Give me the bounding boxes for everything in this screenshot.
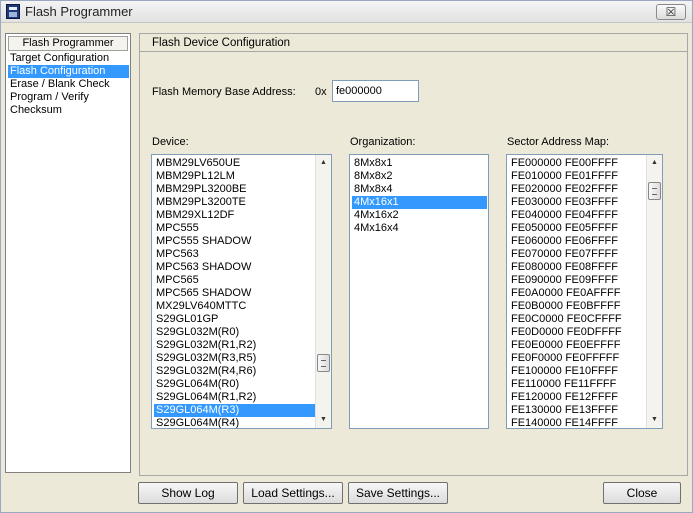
sector-map-item[interactable]: FE100000 FE10FFFF — [509, 365, 646, 378]
show-log-button[interactable]: Show Log — [138, 482, 238, 504]
device-scrollbar[interactable]: ▲ ▼ — [315, 155, 331, 428]
sector-map-item[interactable]: FE0E0000 FE0EFFFF — [509, 339, 646, 352]
nav-item[interactable]: Checksum — [8, 104, 129, 117]
sector-map-item[interactable]: FE0C0000 FE0CFFFF — [509, 313, 646, 326]
arrow-up-icon[interactable]: ▲ — [647, 155, 662, 171]
device-list-item[interactable]: MPC563 SHADOW — [154, 261, 315, 274]
sector-map-item[interactable]: FE140000 FE14FFFF — [509, 417, 646, 428]
sector-map-item[interactable]: FE0A0000 FE0AFFFF — [509, 287, 646, 300]
device-list-item[interactable]: S29GL032M(R0) — [154, 326, 315, 339]
device-list-item[interactable]: S29GL064M(R1,R2) — [154, 391, 315, 404]
organization-label: Organization: — [350, 136, 416, 148]
organization-list-item[interactable]: 4Mx16x1 — [352, 196, 487, 209]
device-list-item[interactable]: MPC563 — [154, 248, 315, 261]
device-list-item[interactable]: MPC565 SHADOW — [154, 287, 315, 300]
load-settings-button[interactable]: Load Settings... — [243, 482, 343, 504]
nav-panel: Flash Programmer Target Configuration Fla… — [5, 33, 131, 473]
nav-item[interactable]: Flash Configuration — [8, 65, 129, 78]
organization-items: 8Mx8x1 8Mx8x2 8Mx8x4 4Mx16x1 4Mx16x2 4Mx16x4 — [352, 157, 487, 235]
nav-list: Target Configuration Flash Configuration E… — [8, 52, 129, 117]
device-list-item[interactable]: S29GL064M(R0) — [154, 378, 315, 391]
sector-map-listbox[interactable]: FE000000 FE00FFFF FE010000 FE01FFFF FE0200… — [506, 154, 663, 429]
arrow-down-icon[interactable]: ▼ — [316, 412, 331, 428]
device-list-item[interactable]: MBM29PL3200TE — [154, 196, 315, 209]
sector-map-label: Sector Address Map: — [507, 136, 610, 148]
nav-item[interactable]: Target Configuration — [8, 52, 129, 65]
device-list-item[interactable]: S29GL064M(R3) — [154, 404, 315, 417]
device-items: MBM29LV650UE MBM29PL12LM MBM29PL3200BE MBM2… — [154, 157, 315, 428]
sector-map-item[interactable]: FE040000 FE04FFFF — [509, 209, 646, 222]
sector-map-item[interactable]: FE0F0000 FE0FFFFF — [509, 352, 646, 365]
sector-map-item[interactable]: FE0D0000 FE0DFFFF — [509, 326, 646, 339]
close-button[interactable]: Close — [603, 482, 681, 504]
device-list-item[interactable]: MX29LV640MTTC — [154, 300, 315, 313]
device-list-item[interactable]: MPC555 — [154, 222, 315, 235]
device-list-item[interactable]: S29GL032M(R1,R2) — [154, 339, 315, 352]
device-list-item[interactable]: MBM29LV650UE — [154, 157, 315, 170]
sector-map-item[interactable]: FE0B0000 FE0BFFFF — [509, 300, 646, 313]
sector-map-scrollbar[interactable]: ▲ ▼ — [646, 155, 662, 428]
device-label: Device: — [152, 136, 189, 148]
flash-programmer-icon — [6, 4, 20, 19]
sector-map-item[interactable]: FE110000 FE11FFFF — [509, 378, 646, 391]
organization-listbox[interactable]: 8Mx8x1 8Mx8x2 8Mx8x4 4Mx16x1 4Mx16x2 4Mx16x4 — [349, 154, 489, 429]
arrow-up-icon[interactable]: ▲ — [316, 155, 331, 171]
base-address-label: Flash Memory Base Address: — [152, 86, 296, 98]
sector-map-item[interactable]: FE050000 FE05FFFF — [509, 222, 646, 235]
flash-programmer-window: Flash Programmer ☒ Flash Programmer Targ… — [0, 0, 693, 513]
save-settings-button[interactable]: Save Settings... — [348, 482, 448, 504]
sector-map-item[interactable]: FE080000 FE08FFFF — [509, 261, 646, 274]
organization-list-item[interactable]: 4Mx16x4 — [352, 222, 487, 235]
sector-map-scroll-thumb[interactable] — [648, 182, 661, 200]
base-address-prefix: 0x — [315, 86, 327, 98]
organization-list-item[interactable]: 8Mx8x1 — [352, 157, 487, 170]
sector-map-items: FE000000 FE00FFFF FE010000 FE01FFFF FE0200… — [509, 157, 646, 428]
window-title: Flash Programmer — [25, 4, 133, 19]
organization-list-item[interactable]: 8Mx8x4 — [352, 183, 487, 196]
device-scroll-thumb[interactable] — [317, 354, 330, 372]
close-icon: ☒ — [665, 5, 677, 19]
sector-map-item[interactable]: FE130000 FE13FFFF — [509, 404, 646, 417]
device-list-item[interactable]: S29GL064M(R4) — [154, 417, 315, 428]
organization-list-item[interactable]: 4Mx16x2 — [352, 209, 487, 222]
device-list-item[interactable]: MPC555 SHADOW — [154, 235, 315, 248]
sector-map-item[interactable]: FE020000 FE02FFFF — [509, 183, 646, 196]
nav-item[interactable]: Program / Verify — [8, 91, 129, 104]
nav-item[interactable]: Erase / Blank Check — [8, 78, 129, 91]
nav-header: Flash Programmer — [8, 36, 128, 51]
sector-map-item[interactable]: FE070000 FE07FFFF — [509, 248, 646, 261]
device-list-item[interactable]: MPC565 — [154, 274, 315, 287]
organization-list-item[interactable]: 8Mx8x2 — [352, 170, 487, 183]
device-list-item[interactable]: MBM29PL12LM — [154, 170, 315, 183]
sector-map-item[interactable]: FE120000 FE12FFFF — [509, 391, 646, 404]
device-list-item[interactable]: MBM29PL3200BE — [154, 183, 315, 196]
arrow-down-icon[interactable]: ▼ — [647, 412, 662, 428]
sector-map-item[interactable]: FE090000 FE09FFFF — [509, 274, 646, 287]
title-bar[interactable]: Flash Programmer ☒ — [1, 1, 692, 23]
window-close-button[interactable]: ☒ — [656, 4, 686, 20]
group-title: Flash Device Configuration — [140, 34, 687, 52]
sector-map-item[interactable]: FE000000 FE00FFFF — [509, 157, 646, 170]
device-list-item[interactable]: S29GL032M(R3,R5) — [154, 352, 315, 365]
sector-map-item[interactable]: FE060000 FE06FFFF — [509, 235, 646, 248]
device-listbox[interactable]: MBM29LV650UE MBM29PL12LM MBM29PL3200BE MBM2… — [151, 154, 332, 429]
device-list-item[interactable]: S29GL032M(R4,R6) — [154, 365, 315, 378]
sector-map-item[interactable]: FE010000 FE01FFFF — [509, 170, 646, 183]
base-address-input[interactable] — [332, 80, 419, 102]
device-list-item[interactable]: MBM29XL12DF — [154, 209, 315, 222]
sector-map-item[interactable]: FE030000 FE03FFFF — [509, 196, 646, 209]
device-list-item[interactable]: S29GL01GP — [154, 313, 315, 326]
